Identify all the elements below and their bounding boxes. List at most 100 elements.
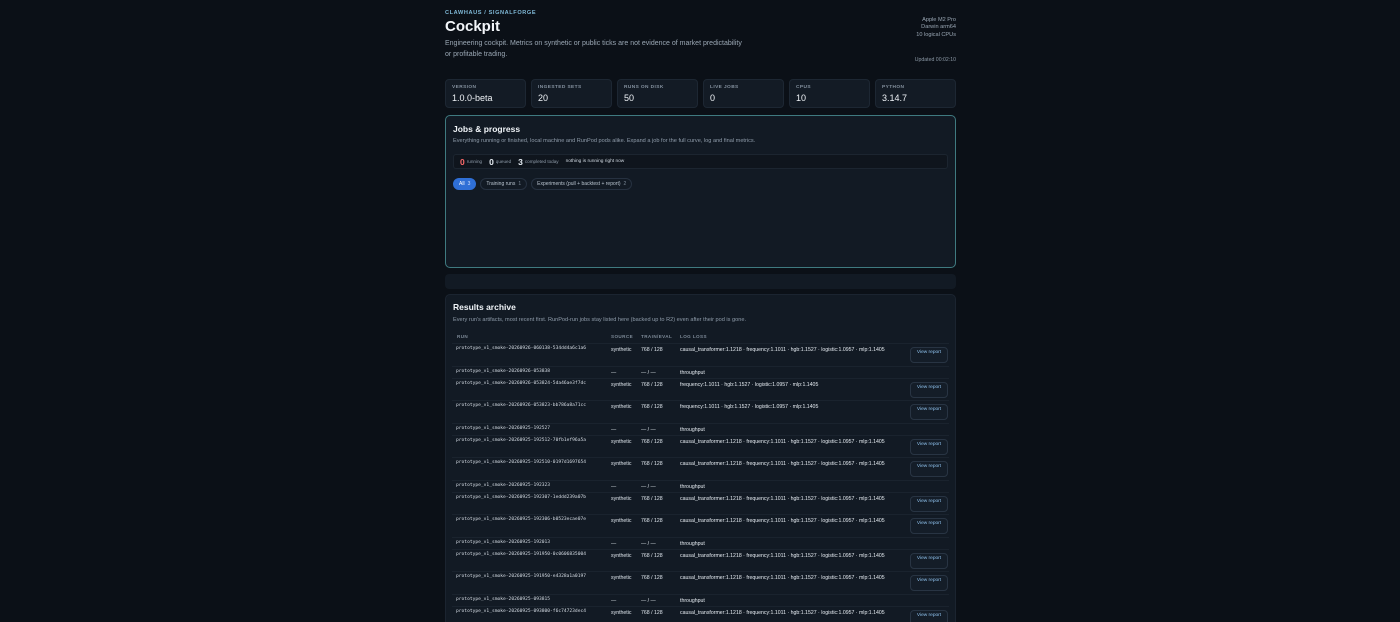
- run-log-loss: causal_transformer:1.1218 · frequency:1.…: [680, 609, 885, 616]
- run-source: —: [611, 597, 617, 604]
- run-train-eval: — / —: [641, 483, 656, 490]
- filter-training-runs[interactable]: Training runs 1: [480, 178, 528, 190]
- table-row: prototype_v1_smoke-20260925-093800-f6c74…: [452, 605, 949, 622]
- view-report-button[interactable]: View report: [910, 495, 948, 512]
- page-title: Cockpit: [445, 18, 501, 35]
- run-id: prototype_v1_smoke-20260926-053824-5da46…: [456, 380, 586, 386]
- filter-label: Training runs: [486, 181, 516, 187]
- run-source: synthetic: [611, 347, 632, 353]
- jobs-panel: Jobs & progress Everything running or fi…: [445, 115, 956, 373]
- run-id: prototype_v1_smoke-20260926-053823-bb786…: [456, 403, 586, 408]
- table-row: prototype_v1_smoke-20260926-053824-5da46…: [452, 377, 949, 401]
- stat-card-version: VERSION 1.0.0-beta: [445, 79, 526, 108]
- run-source: synthetic: [611, 404, 632, 410]
- run-log-loss: causal_transformer:1.1218 · frequency:1.…: [680, 461, 885, 467]
- view-report-button[interactable]: View report: [910, 518, 948, 534]
- filter-count: 2: [623, 181, 627, 187]
- run-train-eval: 768 / 128: [641, 381, 663, 388]
- run-source: synthetic: [611, 609, 632, 616]
- run-id: prototype_v1_smoke-20260925-191950-e4328…: [456, 574, 586, 579]
- run-source: synthetic: [611, 381, 632, 388]
- run-source: —: [611, 369, 617, 376]
- completed-count: 3: [518, 156, 523, 167]
- queued-label: queued: [495, 159, 512, 164]
- run-id: prototype_v1_smoke-20260925-192307-1eddd…: [456, 494, 586, 500]
- stat-value: 3.14.7: [882, 93, 908, 103]
- filter-count: 3: [467, 181, 471, 187]
- run-source: synthetic: [611, 461, 632, 467]
- run-log-loss: causal_transformer:1.1218 · frequency:1.…: [680, 438, 885, 445]
- run-train-eval: 768 / 128: [641, 404, 663, 410]
- run-train-eval: — / —: [641, 540, 656, 547]
- run-train-eval: 768 / 128: [641, 552, 663, 559]
- completed-label: completed today: [524, 159, 559, 164]
- stat-card-live-jobs: LIVE JOBS 0: [703, 79, 784, 108]
- run-id: prototype_v1_smoke-20260925-093800-f6c74…: [456, 608, 586, 614]
- run-log-loss: causal_transformer:1.1218 · frequency:1.…: [680, 518, 885, 524]
- running-count: 0: [460, 156, 465, 167]
- system-os: Darwin arm64: [921, 24, 956, 31]
- table-row: prototype_v1_smoke-20260925-093815 — — / —…: [452, 593, 949, 606]
- run-train-eval: 768 / 128: [641, 461, 663, 467]
- view-report-button[interactable]: View report: [910, 461, 948, 477]
- table-row: prototype_v1_smoke-20260925-192527 — — / —…: [452, 422, 949, 435]
- table-row: prototype_v1_smoke-20260926-053823-bb786…: [452, 400, 949, 423]
- stat-card-python: PYTHON 3.14.7: [875, 79, 956, 108]
- stat-value: 0: [710, 93, 716, 103]
- table-row: prototype_v1_smoke-20260925-191950-0c060…: [452, 548, 949, 572]
- filter-all[interactable]: All 3: [453, 178, 477, 190]
- run-train-eval: — / —: [641, 369, 656, 376]
- run-train-eval: 768 / 128: [641, 347, 663, 353]
- results-archive-panel: Results archive Every run's artifacts, m…: [445, 294, 956, 622]
- job-filters: All 3 Training runs 1 Experiments (pull + …: [453, 178, 633, 190]
- run-id: prototype_v1_smoke-20260925-093815: [456, 596, 551, 602]
- run-log-loss: causal_transformer:1.1218 · frequency:1.…: [680, 495, 885, 502]
- table-row: prototype_v1_smoke-20260925-191950-e4328…: [452, 571, 949, 594]
- stat-label: PYTHON: [882, 85, 905, 90]
- view-report-button[interactable]: View report: [910, 609, 948, 622]
- stat-value: 20: [538, 93, 549, 103]
- run-log-loss: frequency:1.1011 · hgb:1.1527 · logistic…: [680, 381, 819, 388]
- run-train-eval: 768 / 128: [641, 609, 663, 616]
- table-row: prototype_v1_smoke-20260925-192307-1eddd…: [452, 491, 949, 515]
- run-id: prototype_v1_smoke-20260925-191950-0c060…: [456, 551, 586, 557]
- run-source: —: [611, 426, 617, 433]
- stat-card-runs-on-disk: RUNS ON DISK 50: [617, 79, 698, 108]
- view-report-button[interactable]: View report: [910, 381, 948, 398]
- column-run: RUN: [457, 334, 469, 339]
- filter-experiments[interactable]: Experiments (pull + backtest + report) 2: [531, 178, 633, 190]
- run-id: prototype_v1_smoke-20260925-192512-70fb1…: [456, 437, 586, 443]
- stat-label: LIVE JOBS: [710, 85, 739, 90]
- run-log-loss: throughput: [680, 369, 705, 376]
- table-row: prototype_v1_smoke-20260925-192510-0197d…: [452, 457, 949, 480]
- view-report-button[interactable]: View report: [910, 404, 948, 420]
- system-chip: Apple M2 Pro: [922, 17, 956, 23]
- archive-description: Every run's artifacts, most recent first…: [453, 317, 747, 323]
- run-source: synthetic: [611, 552, 632, 559]
- column-log-loss: LOG LOSS: [680, 334, 707, 339]
- run-source: synthetic: [611, 438, 632, 445]
- filter-label: All: [459, 181, 465, 187]
- run-log-loss: frequency:1.1011 · hgb:1.1527 · logistic…: [680, 404, 819, 410]
- run-train-eval: 768 / 128: [641, 518, 663, 524]
- breadcrumb: CLAWHAUS / SIGNALFORGE: [445, 10, 537, 16]
- run-train-eval: 768 / 128: [641, 495, 663, 502]
- archive-table-header: RUN SOURCE TRAIN/EVAL LOG LOSS: [446, 331, 957, 343]
- view-report-button[interactable]: View report: [910, 575, 948, 591]
- stat-label: RUNS ON DISK: [624, 85, 664, 90]
- run-train-eval: 768 / 128: [641, 438, 663, 445]
- table-row: prototype_v1_smoke-20260926-060138-534dd…: [452, 343, 949, 366]
- run-id: prototype_v1_smoke-20260925-192013: [456, 539, 551, 545]
- view-report-button[interactable]: View report: [910, 438, 948, 455]
- view-report-button[interactable]: View report: [910, 552, 948, 569]
- table-row: prototype_v1_smoke-20260925-192512-70fb1…: [452, 434, 949, 458]
- stat-cards: VERSION 1.0.0-beta INGESTED SETS 20 RUNS O…: [445, 79, 956, 108]
- column-train-eval: TRAIN/EVAL: [641, 334, 673, 339]
- run-log-loss: causal_transformer:1.1218 · frequency:1.…: [680, 552, 885, 559]
- run-id: prototype_v1_smoke-20260926-053838: [456, 368, 551, 374]
- table-row: prototype_v1_smoke-20260925-192013 — — / —…: [452, 536, 949, 549]
- summary-message: nothing is running right now: [565, 159, 625, 164]
- view-report-button[interactable]: View report: [910, 347, 948, 363]
- run-log-loss: causal_transformer:1.1218 · frequency:1.…: [680, 575, 885, 581]
- run-source: synthetic: [611, 575, 632, 581]
